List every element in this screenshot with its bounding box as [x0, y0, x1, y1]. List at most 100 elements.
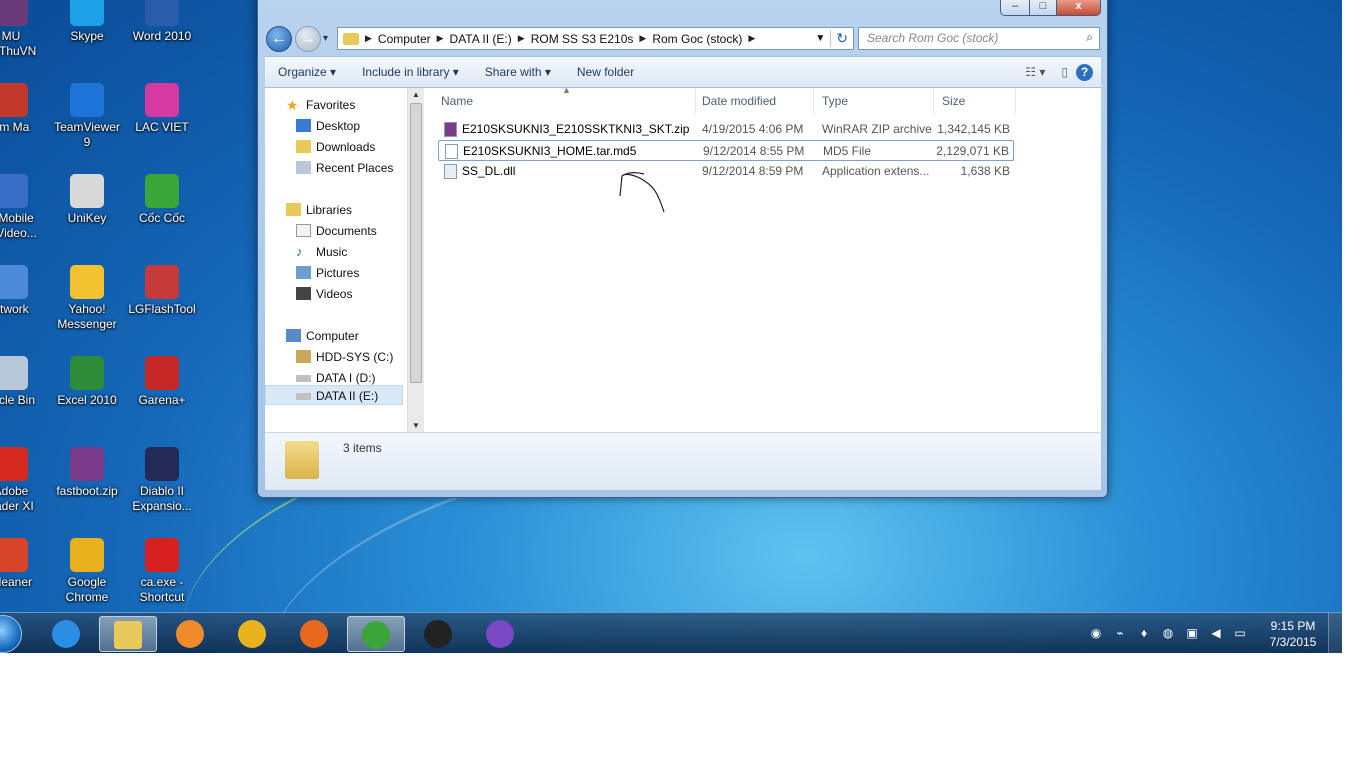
desktop-icon-18[interactable]: Cleaner — [0, 538, 48, 590]
start-button[interactable] — [0, 615, 22, 653]
desktop-icon-6[interactable]: a MobileP Video... — [0, 174, 48, 241]
taskbar-media-player-button[interactable] — [161, 616, 219, 652]
desktop-icon-0[interactable]: MUheThuVN — [0, 0, 48, 59]
share-with-button[interactable]: Share with ▾ — [472, 65, 564, 79]
search-input[interactable]: Search Rom Goc (stock) ⌕ — [858, 27, 1100, 50]
nav-scrollbar[interactable]: ▲ ▼ — [407, 88, 424, 432]
tray-app-icon[interactable]: ◍ — [1161, 626, 1175, 640]
nav-downloads[interactable]: Downloads — [296, 137, 375, 157]
desktop-icon-label: Adobe — [0, 484, 29, 498]
search-icon[interactable]: ⌕ — [1086, 30, 1093, 45]
volume-tray-icon[interactable]: ◀ — [1209, 626, 1223, 640]
desktop-icon-9[interactable]: etwork — [0, 265, 48, 317]
column-date[interactable]: Date modified — [694, 88, 814, 114]
garena-tray-icon[interactable]: ♦ — [1137, 626, 1151, 640]
desktop-icon-5[interactable]: LAC VIET — [125, 83, 199, 135]
column-type[interactable]: Type — [814, 88, 934, 114]
taskbar-coccoc-button[interactable] — [347, 616, 405, 652]
file-row[interactable]: E210SKSUKNI3_HOME.tar.md5 9/12/2014 8:55 … — [438, 140, 1014, 161]
app-icon — [70, 265, 104, 299]
back-button[interactable]: ← — [266, 26, 292, 52]
nav-drive-e[interactable]: DATA II (E:) — [296, 386, 378, 406]
breadcrumb-rom-folder[interactable]: ROM SS S3 E210s — [525, 32, 640, 46]
breadcrumb-arrow-icon[interactable]: ▶ — [748, 33, 755, 44]
desktop-icon-16[interactable]: fastboot.zip — [50, 447, 124, 499]
taskbar-firefox-button[interactable] — [285, 616, 343, 652]
nav-favorites[interactable]: ★ Favorites — [286, 95, 355, 115]
column-size[interactable]: Size — [934, 88, 1016, 114]
desktop-icon-3[interactable]: ếm Ma — [0, 83, 48, 135]
scroll-thumb[interactable] — [410, 103, 422, 383]
breadcrumb-arrow-icon[interactable]: ▶ — [518, 33, 525, 44]
breadcrumb-current[interactable]: Rom Goc (stock) — [646, 32, 748, 46]
action-center-tray-icon[interactable]: ▭ — [1233, 626, 1247, 640]
desktop-icon-15[interactable]: Adobeeader XI — [0, 447, 48, 514]
nav-computer[interactable]: Computer — [286, 326, 359, 346]
maximize-button[interactable]: □ — [1029, 0, 1057, 16]
viber-tray-icon[interactable]: ◉ — [1089, 626, 1103, 640]
desktop-icon-label-2: P Video... — [0, 226, 37, 240]
file-size: 1,638 KB — [960, 164, 1010, 178]
desktop-icon-20[interactable]: ca.exe - Shortcut — [125, 538, 199, 605]
file-row[interactable]: E210SKSUKNI3_E210SSKTKNI3_SKT.zip 4/19/20… — [438, 119, 1014, 140]
breadcrumb-arrow-icon[interactable]: ▶ — [639, 33, 646, 44]
taskbar-internet-explorer-button[interactable] — [37, 616, 95, 652]
minimize-button[interactable]: – — [1000, 0, 1030, 16]
desktop-icon-19[interactable]: Google Chrome — [50, 538, 124, 605]
view-options-icon[interactable]: ☷ ▾ — [1017, 65, 1053, 79]
scroll-down-icon[interactable]: ▼ — [408, 421, 424, 430]
address-dropdown-icon[interactable]: ▼ — [810, 33, 830, 44]
desktop-icon-11[interactable]: LGFlashTool — [125, 265, 199, 317]
breadcrumb-arrow-icon[interactable]: ▶ — [437, 33, 444, 44]
address-bar[interactable]: ▶ Computer ▶ DATA II (E:) ▶ ROM SS S3 E2… — [337, 27, 854, 50]
desktop-icon-1[interactable]: Skype — [50, 0, 124, 44]
desktop-icon-17[interactable]: Diablo II Expansio... — [125, 447, 199, 514]
nav-documents[interactable]: Documents — [296, 221, 377, 241]
taskbar-windows-explorer-button[interactable] — [99, 616, 157, 652]
recent-pages-dropdown[interactable]: ▾ — [323, 33, 328, 44]
taskbar-viber-button[interactable] — [471, 616, 529, 652]
taskbar-chrome-button[interactable] — [223, 616, 281, 652]
nav-videos[interactable]: Videos — [296, 284, 352, 304]
desktop-icon-8[interactable]: Cốc Cốc — [125, 174, 199, 226]
show-desktop-button[interactable] — [1328, 613, 1342, 654]
nav-drive-c[interactable]: HDD-SYS (C:) — [296, 347, 393, 367]
organize-button[interactable]: Organize ▾ — [265, 65, 349, 79]
desktop-icon-7[interactable]: UniKey — [50, 174, 124, 226]
preview-pane-icon[interactable]: ▯ — [1053, 65, 1076, 79]
close-button[interactable]: x — [1056, 0, 1101, 16]
scroll-up-icon[interactable]: ▲ — [408, 90, 424, 99]
app-icon — [70, 0, 104, 26]
nav-recent-places[interactable]: Recent Places — [296, 158, 393, 178]
nav-pictures[interactable]: Pictures — [296, 263, 359, 283]
new-folder-button[interactable]: New folder — [564, 65, 647, 79]
monitor-tray-icon[interactable]: ▣ — [1185, 626, 1199, 640]
file-row[interactable]: SS_DL.dll 9/12/2014 8:59 PM Application ex… — [438, 161, 1014, 182]
explorer-window[interactable]: – □ x ← → ▾ ▶ Computer ▶ DATA II (E:) ▶ … — [257, 0, 1108, 498]
pictures-icon — [296, 266, 311, 279]
forward-button[interactable]: → — [295, 26, 321, 52]
desktop-icon-12[interactable]: cycle Bin — [0, 356, 48, 408]
desktop-icon-13[interactable]: Excel 2010 — [50, 356, 124, 408]
drive-c-icon — [296, 350, 311, 363]
desktop-icon-10[interactable]: Yahoo! Messenger — [50, 265, 124, 332]
breadcrumb-arrow-icon[interactable]: ▶ — [365, 33, 372, 44]
file-date: 9/12/2014 8:55 PM — [703, 144, 805, 158]
nav-libraries[interactable]: Libraries — [286, 200, 352, 220]
desktop-icon-4[interactable]: TeamViewer 9 — [50, 83, 124, 150]
nav-desktop[interactable]: Desktop — [296, 116, 360, 136]
desktop-icon-2[interactable]: Word 2010 — [125, 0, 199, 44]
desktop-icon — [296, 119, 311, 132]
desktop-icon-14[interactable]: Garena+ — [125, 356, 199, 408]
help-icon[interactable]: ? — [1076, 63, 1093, 81]
include-in-library-button[interactable]: Include in library ▾ — [349, 65, 472, 79]
column-name[interactable]: Name — [433, 88, 696, 114]
clock[interactable]: 9:15 PM 7/3/2015 — [1262, 618, 1324, 650]
media-player-icon — [176, 620, 204, 648]
breadcrumb-data2[interactable]: DATA II (E:) — [444, 32, 518, 46]
breadcrumb-computer[interactable]: Computer — [372, 32, 437, 46]
refresh-button[interactable]: ↻ — [830, 30, 853, 47]
network-tray-icon[interactable]: ⌁ — [1113, 626, 1127, 640]
taskbar-mu-game-button[interactable] — [409, 616, 467, 652]
nav-music[interactable]: ♪ Music — [296, 242, 347, 262]
